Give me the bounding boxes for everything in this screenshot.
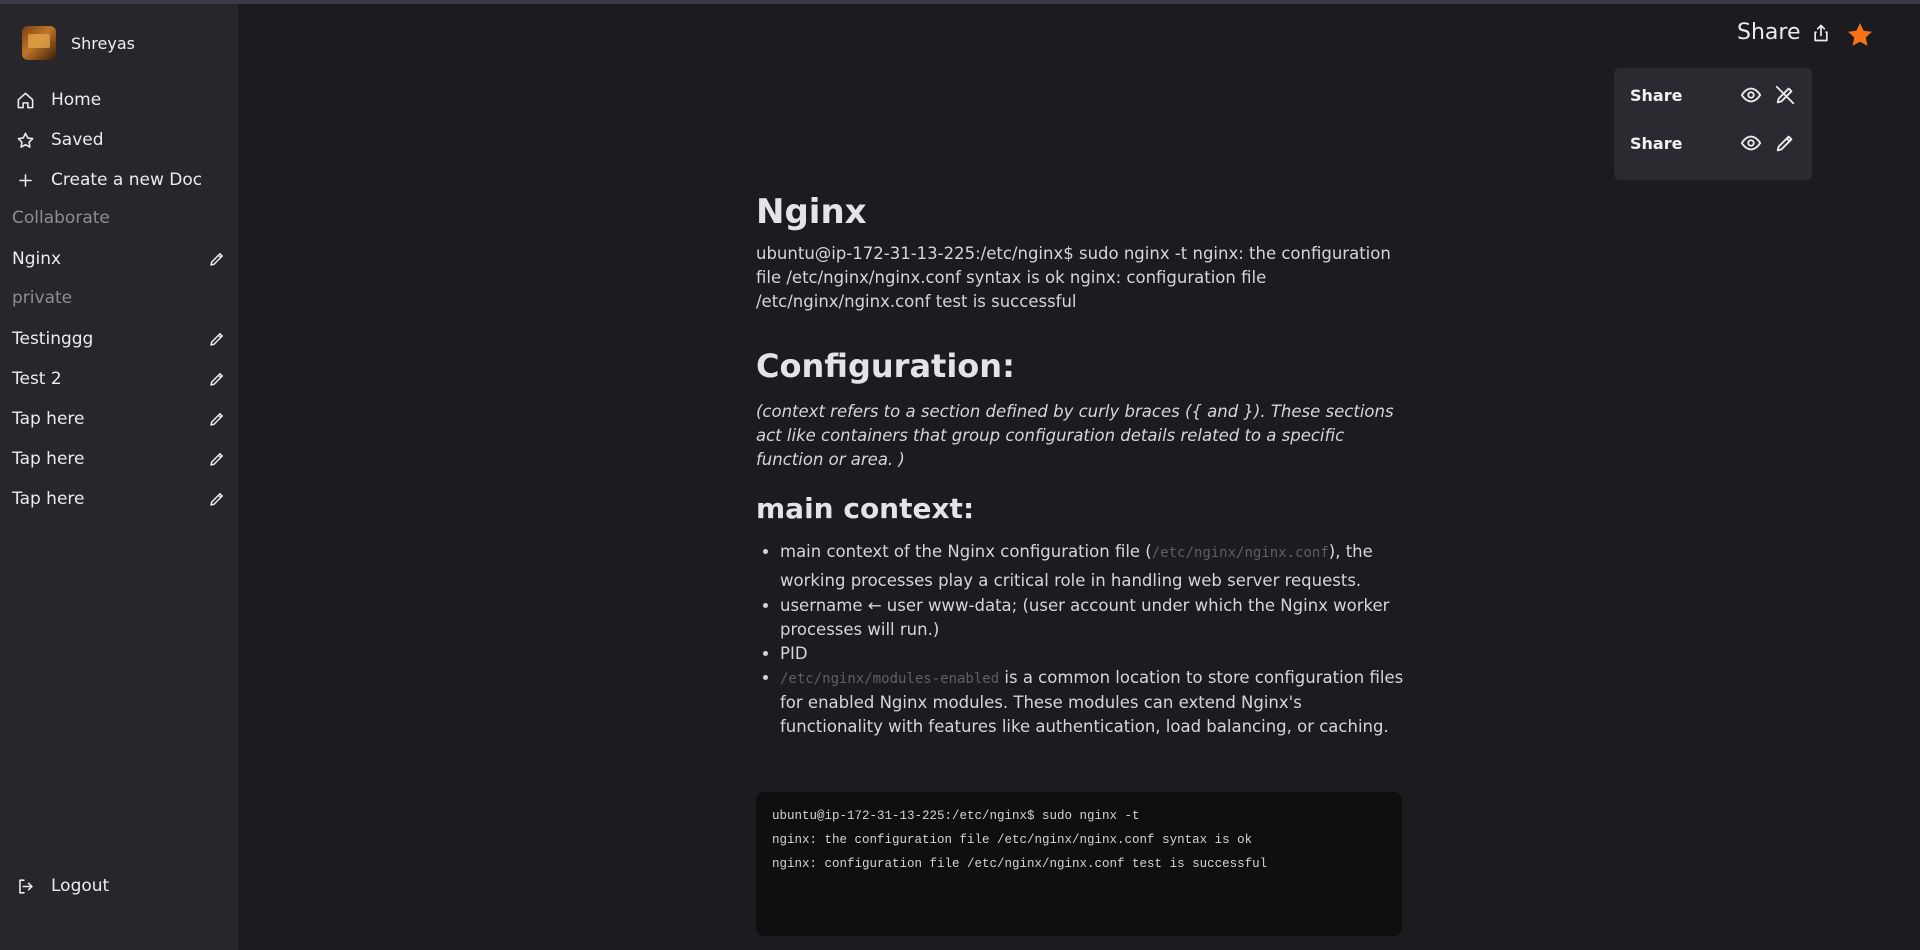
doc-heading-configuration[interactable]: Configuration:	[756, 342, 1406, 390]
share-permissions-panel: Share Share	[1614, 68, 1812, 180]
pencil-icon[interactable]	[208, 450, 226, 468]
share-row-view: Share	[1630, 80, 1796, 110]
eye-icon[interactable]	[1740, 84, 1762, 106]
share-button[interactable]: Share	[1737, 20, 1831, 45]
share-row-edit: Share	[1630, 128, 1796, 158]
doc-label: Tap here	[12, 489, 85, 509]
doc-heading-main-context[interactable]: main context:	[756, 488, 1406, 530]
doc-bullet-list: main context of the Nginx configuration …	[756, 538, 1406, 739]
logout-icon	[19, 878, 33, 894]
user-name: Shreyas	[71, 33, 135, 53]
sidebar-doc-testinggg[interactable]: Testinggg	[0, 319, 238, 359]
code-block[interactable]: ubuntu@ip-172-31-13-225:/etc/nginx$ sudo…	[756, 792, 1402, 936]
window-top-border	[0, 0, 1920, 4]
list-item[interactable]: main context of the Nginx configuration …	[780, 538, 1406, 594]
doc-label: Testinggg	[12, 329, 94, 349]
list-item[interactable]: PID	[780, 642, 1406, 666]
list-item[interactable]: /etc/nginx/modules-enabled is a common l…	[780, 666, 1406, 739]
code-line: ubuntu@ip-172-31-13-225:/etc/nginx$ sudo…	[772, 809, 1140, 823]
nav-saved[interactable]: Saved	[0, 120, 238, 160]
pencil-icon[interactable]	[208, 370, 226, 388]
pencil-icon[interactable]	[208, 410, 226, 428]
plus-icon	[19, 173, 32, 187]
eye-icon[interactable]	[1740, 132, 1762, 154]
bullet-text: username ← user www-data; (user account …	[780, 596, 1390, 639]
nav-home[interactable]: Home	[0, 80, 238, 120]
doc-label: Tap here	[12, 449, 85, 469]
document-editor[interactable]: Nginx ubuntu@ip-172-31-13-225:/etc/nginx…	[756, 186, 1406, 739]
pencil-icon[interactable]	[1774, 132, 1796, 154]
pencil-icon[interactable]	[208, 490, 226, 508]
bullet-text: PID	[780, 644, 808, 663]
doc-config-note[interactable]: (context refers to a section defined by …	[756, 400, 1406, 472]
code-line: nginx: the configuration file /etc/nginx…	[772, 833, 1253, 847]
user-profile[interactable]: Shreyas	[22, 26, 135, 60]
nav-create-doc-label: Create a new Doc	[51, 170, 203, 190]
star-icon[interactable]	[1845, 20, 1875, 50]
section-private: private	[12, 288, 73, 308]
doc-label: Test 2	[12, 369, 62, 389]
share-row-label: Share	[1630, 133, 1683, 153]
nav-saved-label: Saved	[51, 130, 104, 150]
pencil-icon[interactable]	[208, 250, 226, 268]
share-upload-icon	[1813, 24, 1828, 41]
share-label: Share	[1737, 20, 1801, 45]
sidebar: Shreyas Home Saved Create a new Doc Coll…	[0, 4, 238, 950]
sidebar-doc-test-2[interactable]: Test 2	[0, 359, 238, 399]
sidebar-doc-tap-here-2[interactable]: Tap here	[0, 439, 238, 479]
nav-home-label: Home	[51, 90, 102, 110]
doc-intro-paragraph[interactable]: ubuntu@ip-172-31-13-225:/etc/nginx$ sudo…	[756, 242, 1406, 314]
inline-code: /etc/nginx/nginx.conf	[1151, 545, 1329, 561]
bullet-text: main context of the Nginx configuration …	[780, 542, 1152, 561]
logout-button[interactable]: Logout	[16, 876, 109, 896]
doc-title[interactable]: Nginx	[756, 186, 1406, 238]
list-item[interactable]: username ← user www-data; (user account …	[780, 594, 1406, 642]
sidebar-doc-tap-here-3[interactable]: Tap here	[0, 479, 238, 519]
inline-code: /etc/nginx/modules-enabled	[780, 671, 1000, 687]
sidebar-doc-tap-here-1[interactable]: Tap here	[0, 399, 238, 439]
pencil-icon[interactable]	[208, 330, 226, 348]
star-outline-icon	[17, 132, 34, 148]
sidebar-doc-nginx[interactable]: Nginx	[0, 239, 238, 279]
doc-label: Nginx	[12, 249, 62, 269]
edit-off-icon[interactable]	[1774, 84, 1796, 106]
logout-label: Logout	[51, 876, 110, 896]
doc-label: Tap here	[12, 409, 85, 429]
main-nav: Home Saved Create a new Doc	[0, 80, 238, 200]
section-collaborate: Collaborate	[12, 208, 110, 228]
code-line: nginx: configuration file /etc/nginx/ngi…	[772, 857, 1268, 871]
share-row-label: Share	[1630, 85, 1683, 105]
nav-create-doc[interactable]: Create a new Doc	[0, 160, 238, 200]
avatar[interactable]	[22, 26, 56, 60]
home-icon	[17, 92, 34, 108]
